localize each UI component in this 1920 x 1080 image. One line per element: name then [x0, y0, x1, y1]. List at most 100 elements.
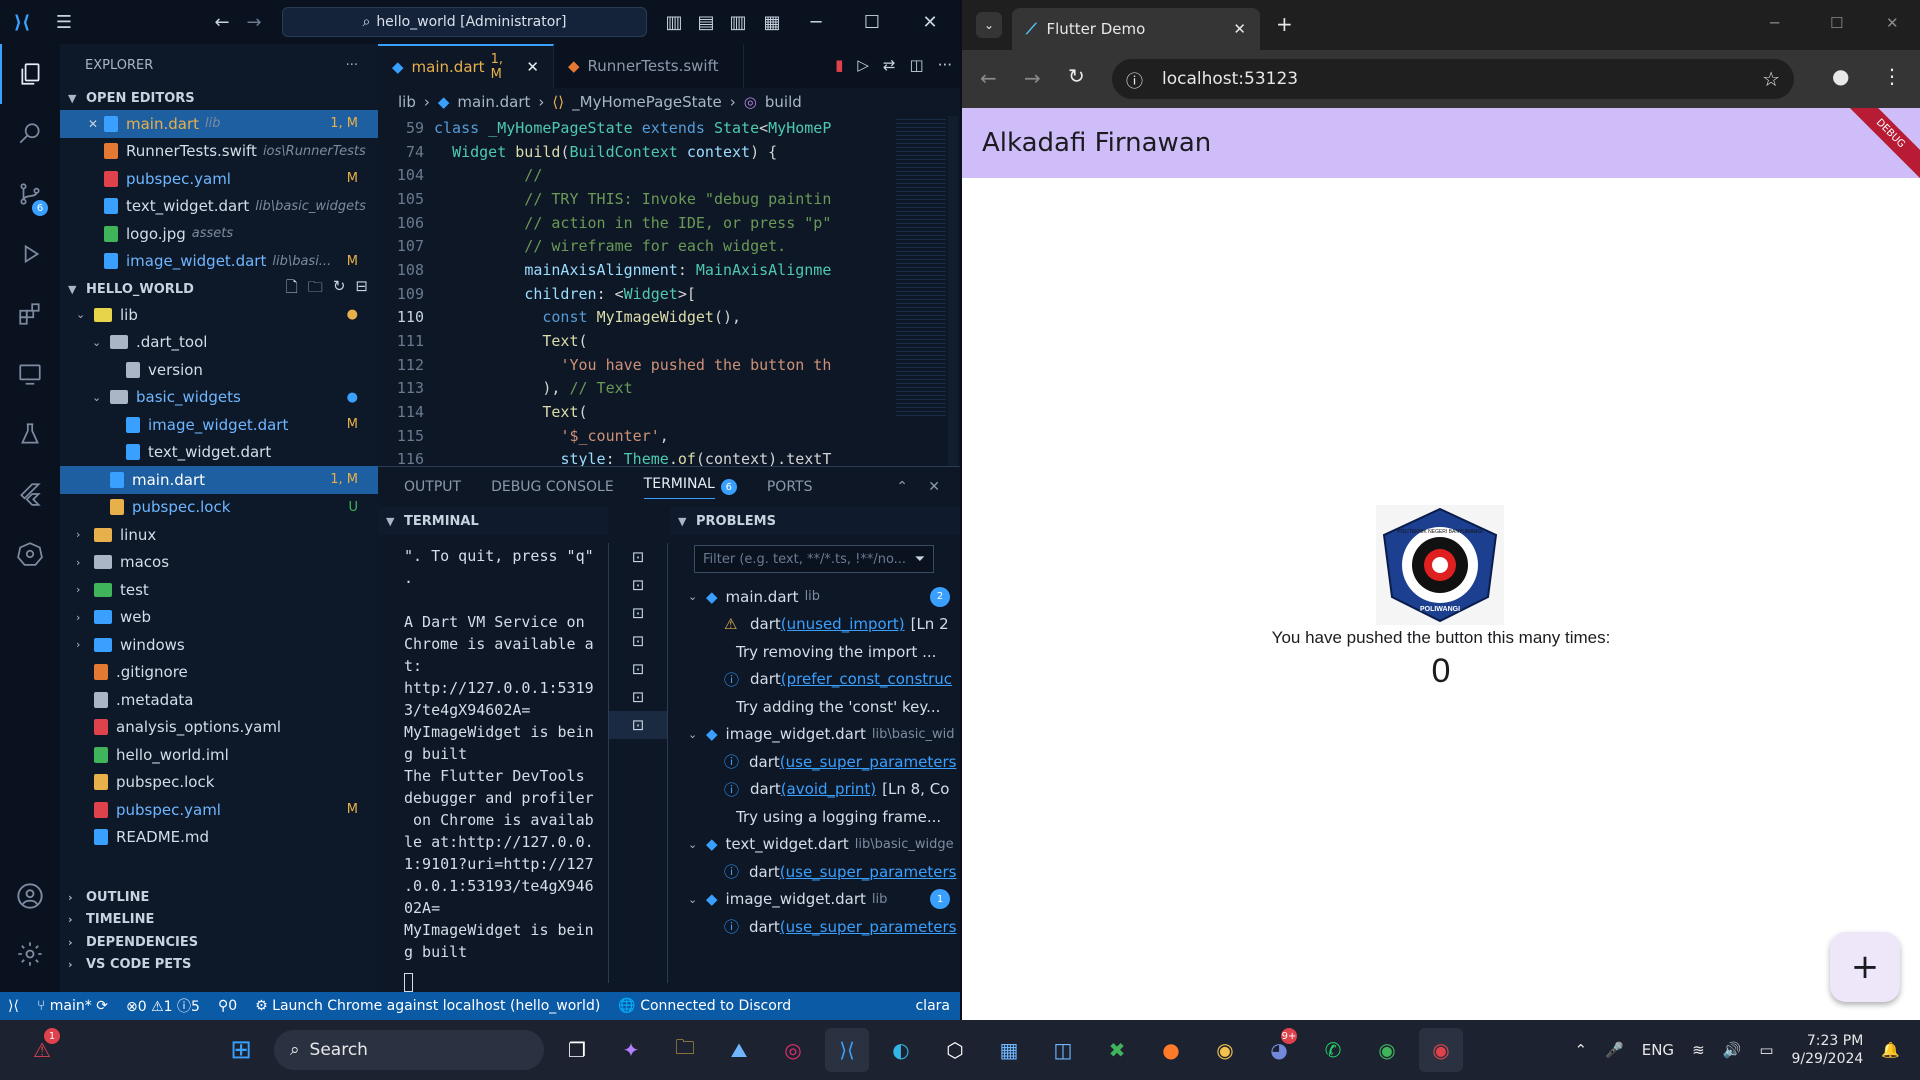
problem-item[interactable]: ⓘ dart (use_super_parameters: [670, 913, 960, 941]
problems-filter[interactable]: Filter (e.g. text, **/*.ts, !**/no... ⏷: [694, 545, 934, 573]
problem-item[interactable]: ⓘ dart (use_super_parameters: [670, 748, 960, 776]
breadcrumb-item[interactable]: build: [765, 93, 802, 111]
chrome-profile-icon[interactable]: ◉: [1365, 1028, 1409, 1072]
copilot-icon[interactable]: ✦: [609, 1028, 653, 1072]
clock[interactable]: 7:23 PM 9/29/2024: [1792, 1032, 1864, 1068]
problem-code-link[interactable]: (use_super_parameters: [780, 863, 957, 881]
problem-item[interactable]: Try adding the 'const' key...: [670, 693, 960, 721]
breadcrumb-item[interactable]: _MyHomePageState: [572, 93, 722, 111]
close-panel-icon[interactable]: ✕: [928, 479, 940, 495]
more-actions-icon[interactable]: ···: [938, 56, 952, 74]
forward-arrow-icon[interactable]: →: [1024, 66, 1041, 90]
maximize-icon[interactable]: ☐: [1830, 14, 1843, 32]
whatsapp-icon[interactable]: ✆: [1311, 1028, 1355, 1072]
tree-item[interactable]: hello_world.iml: [60, 741, 378, 769]
problem-code-link[interactable]: (prefer_const_construc: [781, 670, 952, 688]
terminal-instance-icon[interactable]: ⊡: [609, 627, 667, 655]
new-file-icon[interactable]: 🗋: [286, 277, 298, 302]
microphone-icon[interactable]: 🎤: [1605, 1041, 1624, 1059]
open-editor-item[interactable]: logo.jpg assets: [60, 220, 378, 248]
open-editor-item[interactable]: ✕ main.dart lib 1, M: [60, 110, 378, 138]
collapsed-section[interactable]: › DEPENDENCIES: [60, 931, 378, 954]
tree-item[interactable]: › windows: [60, 631, 378, 659]
terminal-instance-icon[interactable]: ⊡: [609, 711, 667, 739]
open-changes-icon[interactable]: ⇄: [883, 56, 896, 74]
pdf-icon[interactable]: ▮: [835, 56, 843, 74]
explorer-icon[interactable]: [0, 44, 60, 104]
tree-item[interactable]: › web: [60, 604, 378, 632]
tree-item[interactable]: image_widget.dart M: [60, 411, 378, 439]
edge-icon[interactable]: ◐: [879, 1028, 923, 1072]
collapsed-section[interactable]: › TIMELINE: [60, 909, 378, 932]
problem-item[interactable]: Try removing the import ...: [670, 638, 960, 666]
task-view-icon[interactable]: ❐: [555, 1028, 599, 1072]
tab-search-icon[interactable]: ⌄: [976, 12, 1002, 38]
open-editor-item[interactable]: pubspec.yaml M: [60, 165, 378, 193]
refresh-icon[interactable]: ↻: [333, 277, 346, 302]
collapse-all-icon[interactable]: ⊟: [355, 277, 368, 302]
tab-ports[interactable]: PORTS: [767, 479, 813, 495]
start-windows-icon[interactable]: ⊞: [219, 1028, 263, 1072]
notification-bell-icon[interactable]: 🔔: [1881, 1041, 1900, 1059]
open-editor-item[interactable]: image_widget.dart lib\basi... M: [60, 248, 378, 276]
tree-item[interactable]: ⌄ basic_widgets ●: [60, 384, 378, 412]
ports-status[interactable]: ⚲0: [218, 998, 237, 1014]
tree-item[interactable]: › macos: [60, 549, 378, 577]
new-tab-icon[interactable]: +: [1276, 12, 1293, 36]
terminal-instance-icon[interactable]: ⊡: [609, 599, 667, 627]
problem-item[interactable]: ⓘ dart (prefer_const_construc: [670, 666, 960, 694]
wifi-icon[interactable]: ≋: [1692, 1041, 1705, 1059]
tab-runnertests-swift[interactable]: ◆ RunnerTests.swift: [554, 44, 744, 88]
terminal-instance-icon[interactable]: ⊡: [609, 543, 667, 571]
account-icon[interactable]: [0, 866, 60, 926]
tree-item[interactable]: .metadata: [60, 686, 378, 714]
search-icon[interactable]: [0, 104, 60, 164]
tree-item[interactable]: text_widget.dart: [60, 439, 378, 467]
tree-item[interactable]: version: [60, 356, 378, 384]
maximize-panel-icon[interactable]: ⌃: [896, 479, 908, 495]
kubernetes-icon[interactable]: [0, 524, 60, 584]
tree-item[interactable]: main.dart 1, M: [60, 466, 378, 494]
site-info-icon[interactable]: ⓘ: [1126, 67, 1143, 92]
split-editor-icon[interactable]: ◫: [910, 56, 924, 74]
terminal-instance-icon[interactable]: ⊡: [609, 571, 667, 599]
photos-icon[interactable]: ⛰: [717, 1028, 761, 1072]
minimap[interactable]: [896, 116, 946, 416]
problem-file[interactable]: ⌄ ◆ text_widget.dart lib\basic_widge: [670, 831, 960, 859]
terminal-instance-icon[interactable]: ⊡: [609, 655, 667, 683]
open-editors-section[interactable]: ▼ OPEN EDITORS: [60, 86, 378, 110]
taskbar-search[interactable]: ⌕ Search: [274, 1030, 544, 1070]
instagram-icon[interactable]: ◎: [771, 1028, 815, 1072]
source-control-icon[interactable]: 6: [0, 164, 60, 224]
open-editor-item[interactable]: text_widget.dart lib\basic_widgets: [60, 193, 378, 221]
menu-icon[interactable]: ☰: [44, 0, 84, 44]
close-tab-icon[interactable]: ✕: [1233, 20, 1246, 38]
scrollbar[interactable]: [948, 116, 958, 466]
remote-explorer-icon[interactable]: [0, 344, 60, 404]
chrome-tab[interactable]: ⟋ Flutter Demo ✕: [1012, 8, 1260, 50]
problem-code-link[interactable]: (use_super_parameters: [780, 753, 957, 771]
discord-icon[interactable]: ◕ 9+: [1257, 1028, 1301, 1072]
increment-fab[interactable]: +: [1830, 932, 1900, 1002]
close-icon[interactable]: ✕: [526, 58, 539, 76]
command-center[interactable]: ⌕ hello_world [Administrator]: [282, 7, 647, 37]
breadcrumb-item[interactable]: main.dart: [457, 93, 530, 111]
project-section[interactable]: ▼ HELLO_WORLD 🗋 🗀 ↻ ⊟: [60, 277, 378, 301]
problem-file[interactable]: ⌄ ◆ main.dart lib 2: [670, 583, 960, 611]
tree-item[interactable]: pubspec.yaml M: [60, 796, 378, 824]
terminal-instance-icon[interactable]: ⊡: [609, 683, 667, 711]
volume-icon[interactable]: 🔊: [1723, 1041, 1742, 1059]
problem-file[interactable]: ⌄ ◆ image_widget.dart lib 1: [670, 886, 960, 914]
problem-item[interactable]: ⓘ dart (use_super_parameters: [670, 858, 960, 886]
close-icon[interactable]: ✕: [1886, 14, 1899, 32]
problem-item[interactable]: Try using a logging frame...: [670, 803, 960, 831]
filter-icon[interactable]: ⏷: [915, 552, 925, 567]
open-editor-item[interactable]: RunnerTests.swift ios\RunnerTests: [60, 138, 378, 166]
tree-item[interactable]: pubspec.lock U: [60, 494, 378, 522]
tree-item[interactable]: ⌄ .dart_tool: [60, 329, 378, 357]
tree-item[interactable]: pubspec.lock: [60, 769, 378, 797]
problems-header[interactable]: ▼ PROBLEMS: [670, 507, 960, 535]
chrome-menu-icon[interactable]: ⋮: [1882, 64, 1902, 88]
tree-item[interactable]: analysis_options.yaml: [60, 714, 378, 742]
extensions-icon[interactable]: [0, 284, 60, 344]
